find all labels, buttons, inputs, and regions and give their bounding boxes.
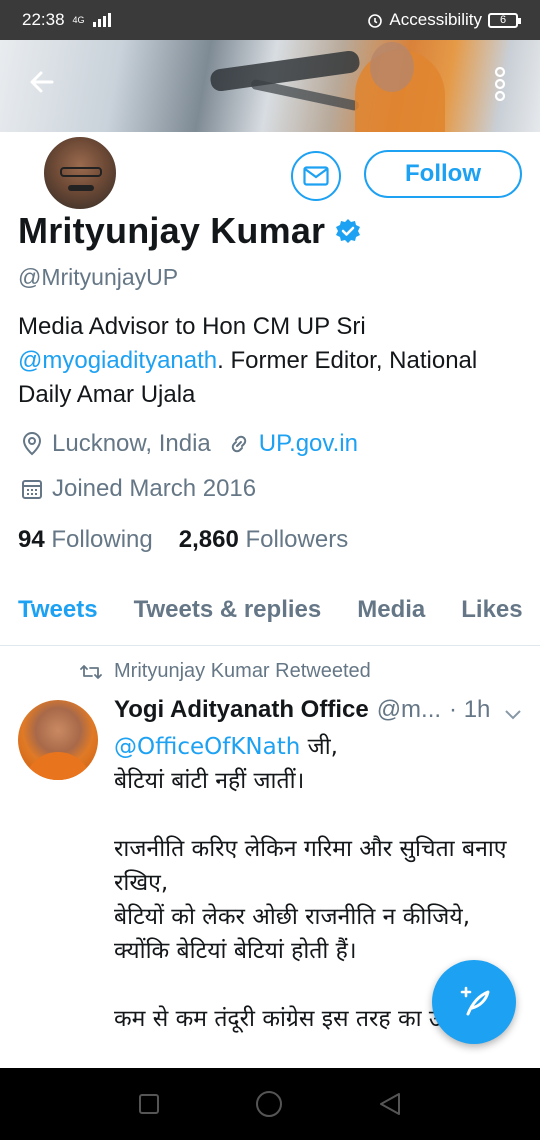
profile-name-row: Mrityunjay Kumar: [18, 210, 361, 252]
chevron-down-icon: [505, 710, 521, 720]
status-bar: 22:38 4G Accessibility 6: [0, 0, 540, 40]
follow-counts: 94 Following 2,860 Followers: [18, 526, 348, 554]
followers-label: Followers: [245, 526, 349, 553]
following-count-link[interactable]: 94 Following: [18, 526, 153, 554]
accessibility-label: Accessibility: [389, 10, 482, 29]
profile-banner: [0, 40, 540, 132]
more-vertical-icon: [494, 67, 506, 101]
location-website-row: Lucknow, India UP.gov.in: [18, 430, 358, 458]
tweet-author-name[interactable]: Yogi Adityanath Office: [114, 696, 369, 724]
tweet-header: Yogi Adityanath Office @m... · 1h: [114, 696, 521, 724]
joined-row: Joined March 2016: [18, 475, 256, 503]
compose-tweet-icon: [460, 986, 490, 1016]
android-nav-bar: [0, 1068, 540, 1140]
back-nav-button[interactable]: [377, 1091, 403, 1117]
avatar-detail: [24, 752, 92, 780]
retweet-label: Mrityunjay Kumar Retweeted: [114, 660, 371, 682]
follow-button[interactable]: Follow: [364, 150, 522, 198]
location-pin-icon: [18, 430, 46, 458]
profile-avatar[interactable]: [40, 133, 120, 213]
home-button[interactable]: [254, 1089, 284, 1119]
profile-joined: Joined March 2016: [52, 475, 257, 502]
tab-tweets[interactable]: Tweets: [0, 580, 116, 645]
profile-bio: Media Advisor to Hon CM UP Sri @myogiadi…: [18, 310, 528, 412]
retweet-indicator: Mrityunjay Kumar Retweeted: [80, 660, 371, 683]
tweet-author-avatar[interactable]: [18, 700, 98, 780]
network-label: 4G: [72, 15, 85, 25]
avatar-detail: [68, 185, 94, 191]
followers-count-link[interactable]: 2,860 Followers: [179, 526, 348, 554]
retweet-icon: [80, 664, 102, 679]
profile-website-link[interactable]: UP.gov.in: [259, 430, 358, 458]
message-button[interactable]: [291, 151, 341, 201]
followers-count: 2,860: [178, 526, 239, 553]
tab-likes[interactable]: Likes: [443, 580, 540, 645]
battery-level: 6: [499, 14, 507, 26]
status-time: 22:38: [22, 10, 65, 29]
envelope-icon: [303, 166, 329, 186]
more-options-button[interactable]: [482, 62, 518, 106]
tweet-mention-link[interactable]: @OfficeOfKNath: [114, 734, 300, 760]
link-icon: [225, 430, 253, 458]
bio-mention-link[interactable]: @myogiadityanath: [18, 347, 217, 374]
battery-icon: 6: [488, 12, 521, 28]
recents-button[interactable]: [137, 1092, 161, 1116]
profile-location: Lucknow, India: [52, 430, 211, 457]
profile-tabs: Tweets Tweets & replies Media Likes: [0, 580, 540, 646]
following-label: Following: [51, 526, 153, 553]
tab-media[interactable]: Media: [339, 580, 443, 645]
following-count: 94: [18, 526, 45, 553]
tweet-author-handle: @m...: [376, 696, 442, 723]
calendar-icon: [18, 475, 46, 503]
tab-tweets-replies[interactable]: Tweets & replies: [116, 580, 340, 645]
avatar-detail: [60, 167, 102, 177]
signal-icon: [92, 13, 111, 27]
profile-name: Mrityunjay Kumar: [18, 210, 326, 251]
tweet-mention-suffix: जी,: [300, 734, 338, 760]
alarm-clock-icon: [368, 14, 383, 28]
compose-tweet-button[interactable]: [432, 960, 516, 1044]
bio-text: Media Advisor to Hon CM UP Sri: [18, 313, 366, 340]
profile-handle: @MrityunjayUP: [18, 264, 179, 290]
arrow-left-icon: [30, 71, 54, 93]
tweet-menu-button[interactable]: [504, 700, 522, 728]
banner-shape: [250, 78, 360, 112]
back-button[interactable]: [20, 60, 64, 104]
tweet-time: · 1h: [449, 696, 491, 723]
verified-badge-icon: [336, 219, 361, 243]
banner-shape: [370, 42, 414, 92]
